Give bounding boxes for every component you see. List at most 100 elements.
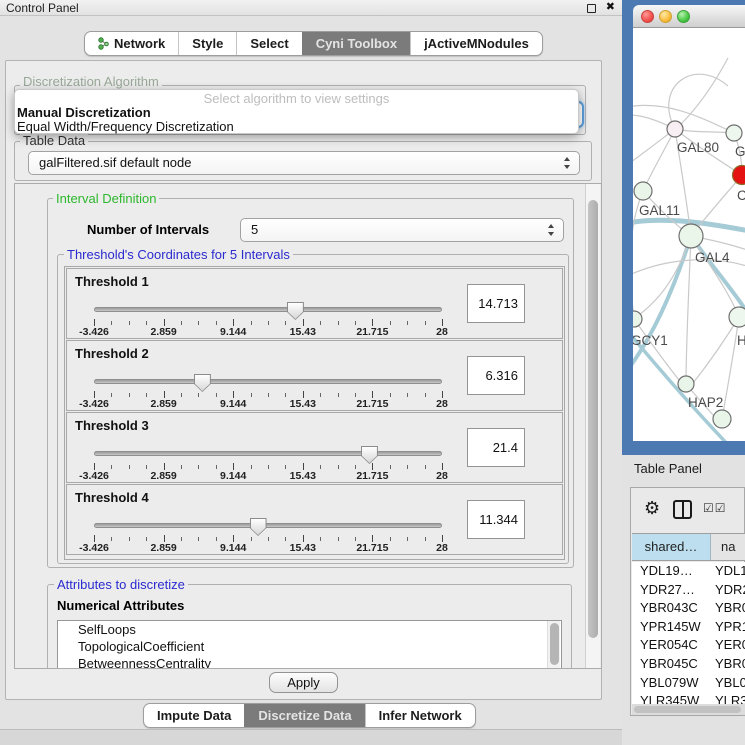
numerical-attributes-list[interactable]: SelfLoopsTopologicalCoefficientBetweenne… bbox=[57, 620, 562, 669]
tick-mark bbox=[442, 391, 443, 398]
control-panel-title: Control Panel bbox=[6, 1, 79, 15]
node-gal4[interactable] bbox=[679, 224, 703, 248]
cell-shared-name[interactable]: YDR27… bbox=[632, 581, 711, 600]
cell-shared-name[interactable]: YDL19… bbox=[632, 562, 711, 581]
attribute-list-item[interactable]: SelfLoops bbox=[58, 621, 561, 638]
zoom-traffic-light-icon[interactable] bbox=[677, 10, 690, 23]
scrollbar-thumb[interactable] bbox=[588, 200, 598, 638]
tab-select[interactable]: Select bbox=[236, 32, 301, 55]
number-of-intervals-combobox[interactable]: 5 bbox=[240, 218, 564, 242]
scale-label: -3.426 bbox=[79, 542, 109, 554]
cell-name[interactable]: YLR3 bbox=[711, 692, 745, 704]
attribute-list-item[interactable]: TopologicalCoefficient bbox=[58, 638, 561, 655]
interval-definition-label: Interval Definition bbox=[53, 191, 159, 206]
table-horizontal-scrollbar[interactable] bbox=[632, 704, 745, 715]
close-traffic-light-icon[interactable] bbox=[641, 10, 654, 23]
float-window-icon[interactable] bbox=[587, 4, 596, 13]
table-panel-box: ⚙ ☑☑ shared… na YDL19…YDL1YDR27…YDR2YBR0… bbox=[630, 487, 745, 716]
slider-thumb[interactable] bbox=[194, 374, 211, 392]
node-gal80[interactable] bbox=[667, 121, 683, 137]
split-columns-icon[interactable] bbox=[673, 500, 692, 519]
gear-icon[interactable]: ⚙ bbox=[644, 498, 660, 519]
scale-label: 28 bbox=[436, 542, 448, 554]
checkbox-icons[interactable]: ☑☑ bbox=[703, 501, 727, 515]
attribute-list-item[interactable]: BetweennessCentrality bbox=[58, 655, 561, 669]
tab-impute-data[interactable]: Impute Data bbox=[144, 704, 244, 727]
table-row[interactable]: YPR145WYPR1 bbox=[632, 618, 745, 637]
tick-mark bbox=[372, 463, 373, 470]
cell-shared-name[interactable]: YLR345W bbox=[632, 692, 711, 704]
table-row[interactable]: YLR345WYLR3 bbox=[632, 692, 745, 704]
tick-mark bbox=[94, 463, 95, 470]
settings-vertical-scrollbar[interactable] bbox=[585, 184, 600, 668]
node-top-right[interactable] bbox=[726, 125, 742, 141]
algorithm-option-manual[interactable]: Manual Discretization bbox=[15, 106, 578, 120]
cell-shared-name[interactable]: YBL079W bbox=[632, 674, 711, 693]
threshold-slider[interactable] bbox=[94, 518, 442, 534]
node-bottom-partial[interactable] bbox=[713, 410, 731, 428]
slider-track[interactable] bbox=[94, 523, 442, 528]
cell-name[interactable]: YBR0 bbox=[711, 599, 745, 618]
threshold-value-field[interactable]: 6.316 bbox=[467, 356, 525, 395]
slider-track[interactable] bbox=[94, 451, 442, 456]
table-row[interactable]: YBL079WYBL0 bbox=[632, 674, 745, 693]
algorithm-option-equal-width[interactable]: Equal Width/Frequency Discretization bbox=[15, 120, 578, 134]
apply-button[interactable]: Apply bbox=[269, 672, 338, 693]
slider-thumb[interactable] bbox=[250, 518, 267, 536]
node-hap2[interactable] bbox=[678, 376, 694, 392]
network-canvas[interactable]: GAL80 GA C GAL11 GAL4 GCY1 H HAP2 bbox=[633, 28, 745, 441]
slider-thumb[interactable] bbox=[287, 302, 304, 320]
cell-name[interactable]: YDR2 bbox=[711, 581, 745, 600]
scrollbar-thumb[interactable] bbox=[634, 706, 741, 713]
cell-shared-name[interactable]: YBR043C bbox=[632, 599, 711, 618]
window-bottom-edge bbox=[0, 729, 622, 745]
threshold-slider[interactable] bbox=[94, 302, 442, 318]
cell-name[interactable]: YBL0 bbox=[711, 674, 745, 693]
tick-mark bbox=[146, 321, 147, 325]
close-icon[interactable]: ✖ bbox=[606, 0, 615, 13]
tick-mark bbox=[320, 537, 321, 541]
node-his[interactable] bbox=[729, 307, 745, 327]
cell-name[interactable]: YER0 bbox=[711, 636, 745, 655]
tab-jactivemnodules[interactable]: jActiveMNodules bbox=[410, 32, 542, 55]
tick-mark bbox=[251, 465, 252, 469]
cell-shared-name[interactable]: YBR045C bbox=[632, 655, 711, 674]
tab-discretize-data[interactable]: Discretize Data bbox=[244, 704, 364, 727]
table-row[interactable]: YDR27…YDR2 bbox=[632, 581, 745, 600]
table-row[interactable]: YDL19…YDL1 bbox=[632, 562, 745, 581]
threshold-value-field[interactable]: 11.344 bbox=[467, 500, 525, 539]
table-row[interactable]: YER054CYER0 bbox=[632, 636, 745, 655]
scale-label: 9.144 bbox=[220, 542, 246, 554]
column-header-shared[interactable]: shared… bbox=[632, 534, 711, 560]
attributes-scrollbar[interactable] bbox=[547, 621, 560, 669]
table-data-combobox[interactable]: galFiltered.sif default node bbox=[28, 151, 580, 175]
cell-name[interactable]: YBR0 bbox=[711, 655, 745, 674]
tab-style[interactable]: Style bbox=[178, 32, 236, 55]
column-header-name[interactable]: na bbox=[711, 534, 745, 560]
threshold-slider[interactable] bbox=[94, 446, 442, 462]
table-row[interactable]: YBR043CYBR0 bbox=[632, 599, 745, 618]
cell-shared-name[interactable]: YPR145W bbox=[632, 618, 711, 637]
slider-track[interactable] bbox=[94, 379, 442, 384]
slider-thumb[interactable] bbox=[361, 446, 378, 464]
threshold-value-field[interactable]: 21.4 bbox=[467, 428, 525, 467]
scale-label: 15.43 bbox=[290, 398, 316, 410]
cell-name[interactable]: YDL1 bbox=[711, 562, 745, 581]
tick-mark bbox=[268, 321, 269, 325]
tick-mark bbox=[233, 535, 234, 542]
threshold-value-field[interactable]: 14.713 bbox=[467, 284, 525, 323]
node-label: GA bbox=[735, 144, 745, 159]
cell-shared-name[interactable]: YER054C bbox=[632, 636, 711, 655]
slider-scale: -3.4262.8599.14415.4321.71528 bbox=[94, 326, 442, 338]
node-label: GAL11 bbox=[639, 203, 680, 218]
threshold-slider[interactable] bbox=[94, 374, 442, 390]
tab-infer-network[interactable]: Infer Network bbox=[365, 704, 475, 727]
node-red-selected[interactable] bbox=[733, 166, 745, 185]
tab-cyni-toolbox[interactable]: Cyni Toolbox bbox=[302, 32, 410, 55]
slider-track[interactable] bbox=[94, 307, 442, 312]
cell-name[interactable]: YPR1 bbox=[711, 618, 745, 637]
table-row[interactable]: YBR045CYBR0 bbox=[632, 655, 745, 674]
minimize-traffic-light-icon[interactable] bbox=[659, 10, 672, 23]
node-gal11[interactable] bbox=[634, 182, 652, 200]
tab-network[interactable]: Network bbox=[85, 32, 178, 55]
